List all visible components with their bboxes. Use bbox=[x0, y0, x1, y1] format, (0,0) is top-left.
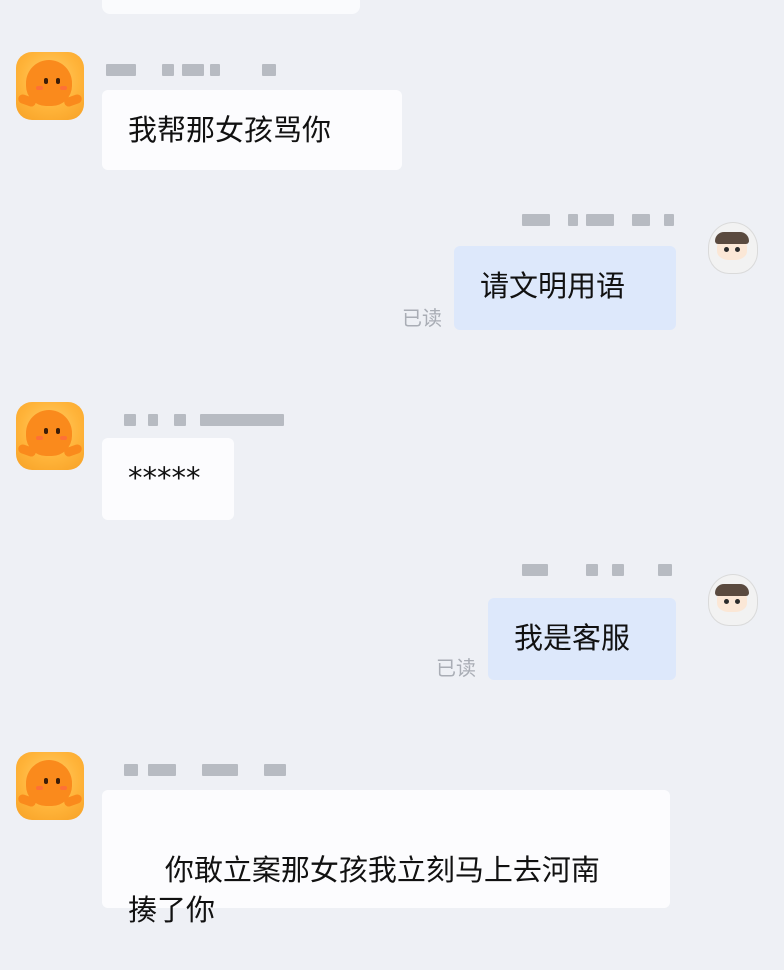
message-text: ***** bbox=[128, 461, 201, 495]
message-text: 请文明用语 bbox=[480, 269, 626, 303]
message-bubble[interactable]: 我帮那女孩骂你 bbox=[102, 90, 402, 170]
orange-octopus-avatar-icon[interactable] bbox=[16, 402, 84, 470]
message-bubble[interactable]: 我是客服 bbox=[488, 598, 676, 680]
message-text: 我是客服 bbox=[514, 621, 631, 655]
message-text: 你敢立案那女孩我立刻马上去河南 揍了你 bbox=[128, 853, 600, 927]
orange-octopus-avatar-icon[interactable] bbox=[16, 52, 84, 120]
message-bubble[interactable]: 你敢立案那女孩我立刻马上去河南 揍了你 bbox=[102, 790, 670, 927]
sender-name-redacted bbox=[106, 64, 286, 78]
sender-name-redacted bbox=[124, 764, 294, 778]
orange-octopus-avatar-icon[interactable] bbox=[16, 752, 84, 820]
sender-name-redacted bbox=[522, 564, 682, 578]
previous-message-bubble bbox=[102, 0, 360, 14]
hooded-character-avatar-icon[interactable] bbox=[702, 218, 762, 280]
message-bubble[interactable]: 请文明用语 bbox=[454, 246, 676, 330]
sender-name-redacted bbox=[522, 214, 682, 228]
message-text: 我帮那女孩骂你 bbox=[128, 113, 332, 147]
read-status: 已读 bbox=[402, 306, 442, 330]
message-bubble[interactable]: ***** bbox=[102, 438, 234, 520]
read-status: 已读 bbox=[436, 656, 476, 680]
hooded-character-avatar-icon[interactable] bbox=[702, 570, 762, 632]
sender-name-redacted bbox=[124, 414, 294, 428]
